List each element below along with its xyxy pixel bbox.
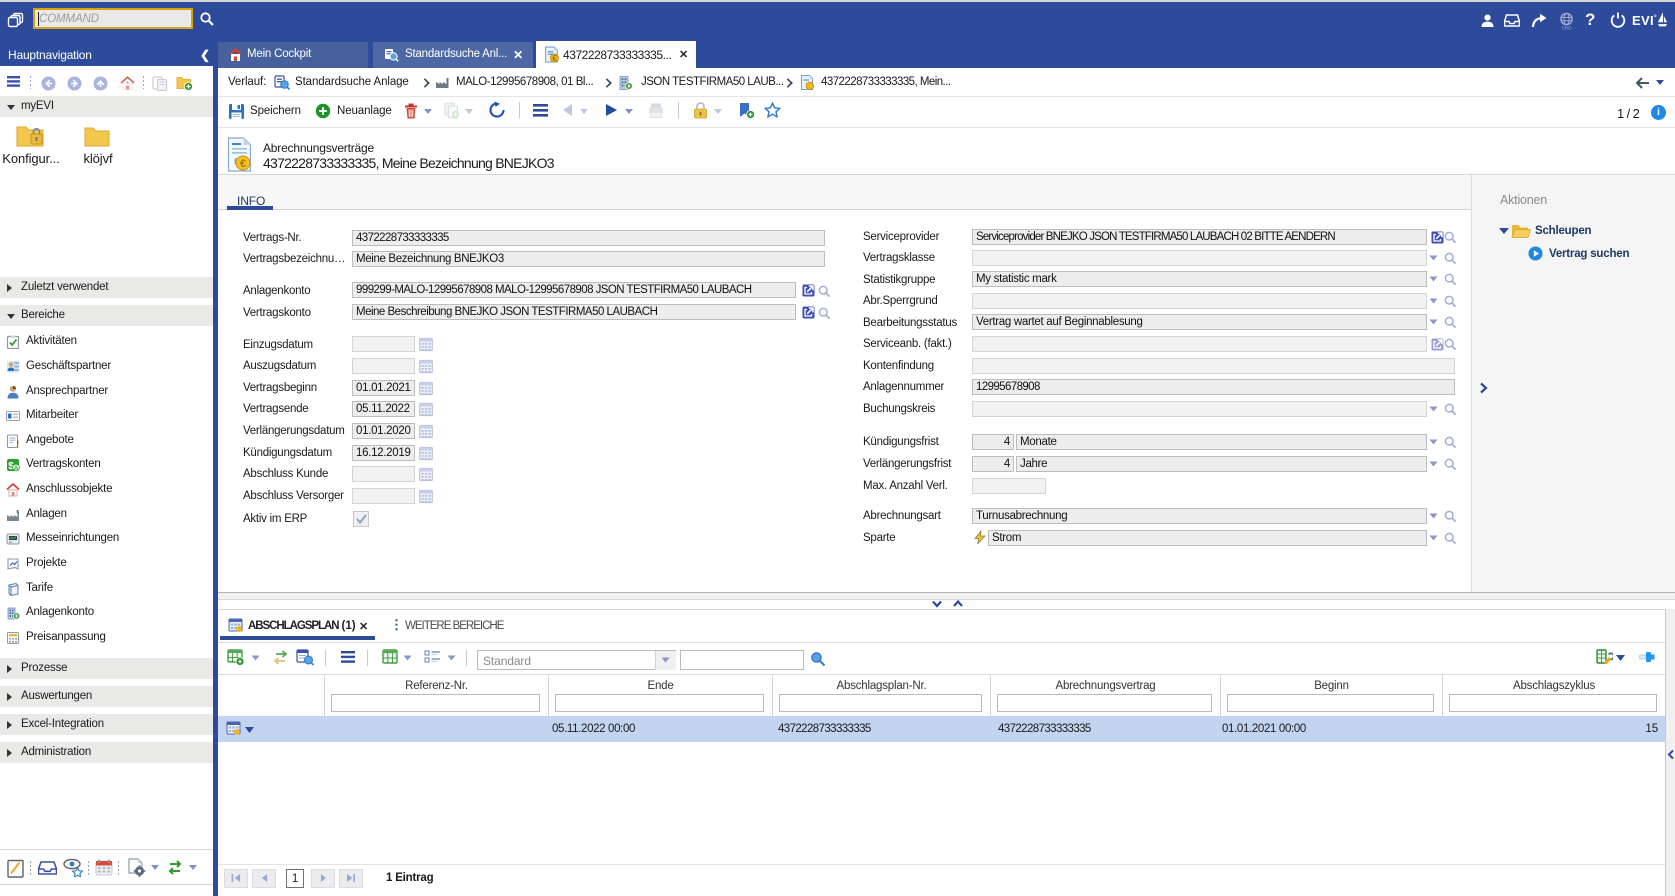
- svg-text:!: !: [16, 440, 19, 449]
- svg-text:CRO: CRO: [1562, 26, 1572, 31]
- svg-text:€: €: [240, 158, 246, 170]
- svg-text:A: A: [14, 463, 19, 472]
- svg-text:€: €: [552, 54, 557, 63]
